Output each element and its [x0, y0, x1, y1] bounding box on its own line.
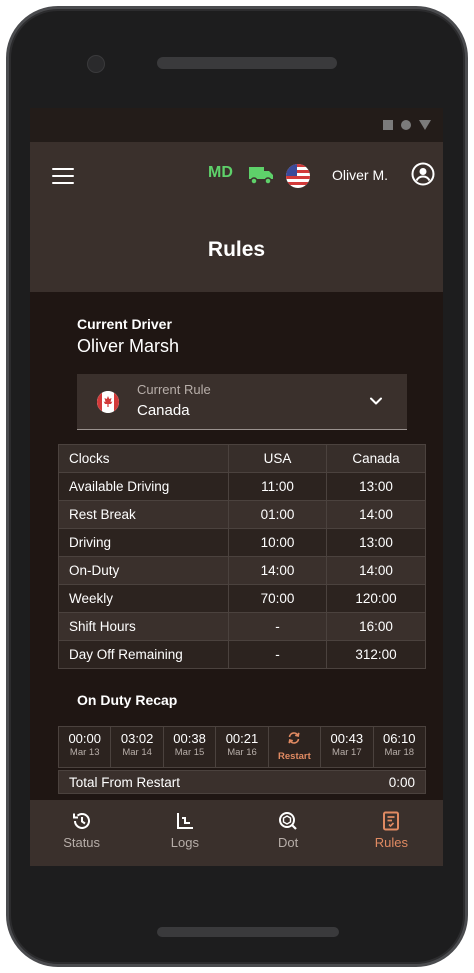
- us-flag-icon: [286, 164, 310, 188]
- clock-name: Shift Hours: [58, 612, 229, 641]
- clocks-table: Clocks USA Canada Available Driving 11:0…: [58, 444, 426, 669]
- recap-time: 00:43: [330, 731, 364, 746]
- speaker: [157, 57, 337, 69]
- inspection-icon: [279, 812, 297, 830]
- on-duty-recap-grid: 00:00 Mar 13 03:02 Mar 14 00:38 Mar 15 0…: [58, 726, 426, 768]
- camera: [87, 55, 105, 73]
- recap-day: 00:00 Mar 13: [59, 727, 112, 767]
- md-badge: MD: [208, 164, 233, 181]
- recap-date: Mar 18: [384, 747, 415, 758]
- recap-restart-label: Restart: [278, 751, 311, 762]
- restart-icon: [288, 732, 300, 744]
- canada-value: 14:00: [326, 556, 426, 585]
- table-row: Weekly 70:00 120:00: [58, 584, 426, 613]
- nav-item-status[interactable]: Status: [30, 800, 133, 866]
- recap-day: 00:38 Mar 15: [164, 727, 217, 767]
- canada-value: 120:00: [326, 584, 426, 613]
- menu-icon[interactable]: [52, 168, 74, 184]
- on-duty-recap-title: On Duty Recap: [77, 692, 178, 708]
- column-header-usa: USA: [228, 444, 327, 473]
- table-row: Rest Break 01:00 14:00: [58, 500, 426, 529]
- nav-label-rules: Rules: [374, 835, 408, 850]
- current-rule-value: Canada: [137, 402, 190, 419]
- account-icon[interactable]: [411, 162, 435, 186]
- column-header-canada: Canada: [326, 444, 426, 473]
- total-from-restart-row: Total From Restart 0:00: [58, 770, 426, 794]
- bottom-navigation: Status Logs Dot Rules: [30, 800, 443, 866]
- status-bar: [30, 108, 443, 142]
- current-rule-select[interactable]: Current Rule Canada: [77, 374, 407, 430]
- recap-time: 06:10: [382, 731, 416, 746]
- recap-day: 03:02 Mar 14: [111, 727, 164, 767]
- canada-value: 16:00: [326, 612, 426, 641]
- home-indicator: [157, 927, 339, 937]
- user-name[interactable]: Oliver M.: [332, 167, 388, 183]
- app-header: MD Oliver M. Rules: [30, 142, 443, 292]
- recap-time: 00:38: [173, 731, 206, 746]
- usa-value: -: [228, 612, 327, 641]
- nav-label-logs: Logs: [170, 835, 199, 850]
- canada-value: 13:00: [326, 528, 426, 557]
- rules-content: Current Driver Oliver Marsh Current Rule…: [30, 292, 443, 800]
- recap-day: 00:43 Mar 17: [321, 727, 374, 767]
- recap-date: Mar 14: [122, 747, 152, 758]
- usa-value: 11:00: [228, 472, 327, 501]
- history-icon: [72, 812, 90, 829]
- table-row: On-Duty 14:00 14:00: [58, 556, 426, 585]
- nav-item-rules[interactable]: Rules: [340, 800, 443, 866]
- nav-label-dot: Dot: [278, 835, 299, 850]
- clock-name: Weekly: [58, 584, 229, 613]
- square-icon: [383, 120, 393, 130]
- clock-name: Available Driving: [58, 472, 229, 501]
- recap-day: 00:21 Mar 16: [216, 727, 269, 767]
- recap-time: 03:02: [120, 731, 154, 746]
- recap-date: Mar 13: [69, 747, 100, 758]
- recap-time: 00:21: [225, 731, 259, 746]
- recap-day: 06:10 Mar 18: [374, 727, 425, 767]
- table-row: Driving 10:00 13:00: [58, 528, 426, 557]
- circle-icon: [401, 120, 411, 130]
- total-from-restart-label: Total From Restart: [69, 775, 181, 790]
- current-rule-label: Current Rule: [137, 382, 211, 397]
- clocks-header-row: Clocks USA Canada: [58, 444, 426, 473]
- nav-item-dot[interactable]: Dot: [237, 800, 340, 866]
- clock-name: Day Off Remaining: [58, 640, 229, 669]
- recap-date: Mar 16: [227, 747, 257, 758]
- canada-value: 14:00: [326, 500, 426, 529]
- table-row: Day Off Remaining - 312:00: [58, 640, 426, 669]
- clock-name: On-Duty: [58, 556, 229, 585]
- truck-icon: [249, 167, 273, 185]
- recap-date: Mar 15: [174, 747, 205, 758]
- recap-restart: Restart: [269, 727, 322, 767]
- usa-value: 01:00: [228, 500, 327, 529]
- page-title: Rules: [207, 238, 266, 261]
- usa-value: 14:00: [228, 556, 327, 585]
- clock-name: Rest Break: [58, 500, 229, 529]
- app-screen: MD Oliver M. Rules Current Driver Oliver…: [30, 108, 443, 866]
- canada-value: 312:00: [326, 640, 426, 669]
- chevron-down-icon[interactable]: [369, 394, 383, 408]
- current-driver-label: Current Driver: [77, 316, 172, 332]
- recap-time: 00:00: [68, 731, 101, 746]
- nav-label-status: Status: [63, 835, 101, 850]
- usa-value: 70:00: [228, 584, 327, 613]
- column-header-clocks: Clocks: [58, 444, 229, 473]
- triangle-icon: [419, 120, 431, 130]
- current-driver-name: Oliver Marsh: [77, 336, 180, 356]
- usa-value: -: [228, 640, 327, 669]
- usa-value: 10:00: [228, 528, 327, 557]
- rules-icon: [383, 811, 400, 831]
- table-row: Available Driving 11:00 13:00: [58, 472, 426, 501]
- canada-value: 13:00: [326, 472, 426, 501]
- table-row: Shift Hours - 16:00: [58, 612, 426, 641]
- nav-item-logs[interactable]: Logs: [133, 800, 236, 866]
- recap-date: Mar 17: [332, 747, 362, 758]
- clock-name: Driving: [58, 528, 229, 557]
- total-from-restart-value: 0:00: [388, 775, 415, 790]
- chart-icon: [176, 813, 193, 829]
- canada-flag-icon: [97, 391, 119, 413]
